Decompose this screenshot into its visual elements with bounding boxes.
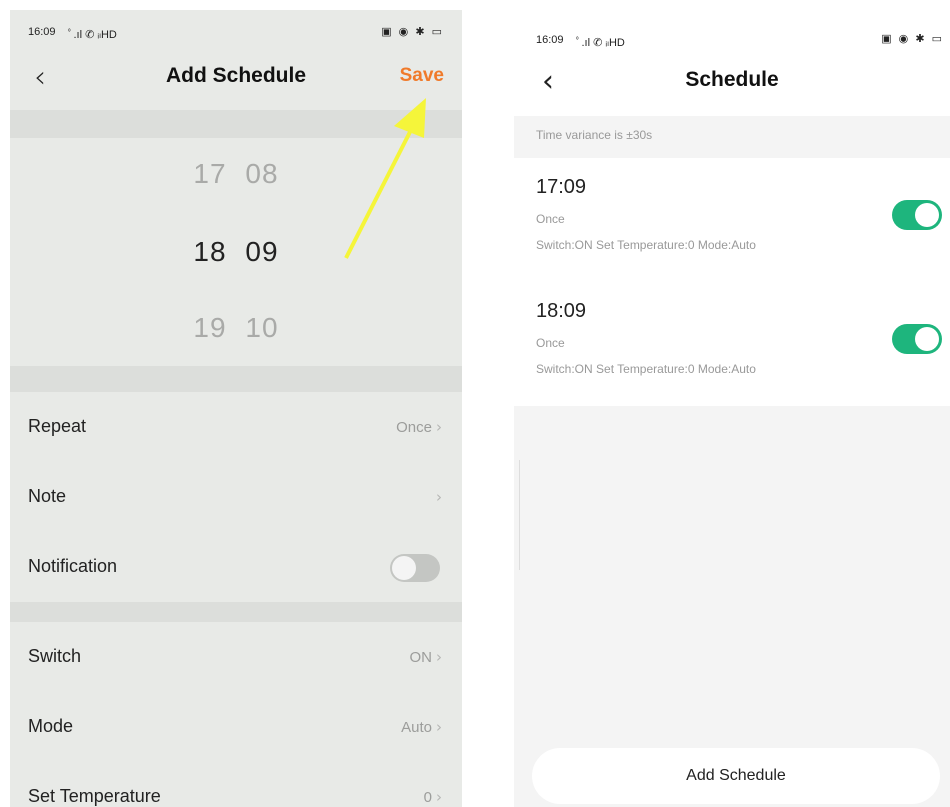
switch-label: Switch bbox=[28, 646, 82, 666]
status-bar: 16:09 ﾟ.ıl ✆ ᵢₗHD ▣ ◉ ✱ ▭ bbox=[10, 10, 462, 50]
picker-minute: 08 bbox=[245, 158, 279, 189]
temperature-value: 0 › bbox=[423, 788, 442, 806]
notification-row: Notification bbox=[10, 532, 462, 602]
repeat-value: Once › bbox=[396, 418, 442, 436]
chevron-right-icon: › bbox=[436, 718, 442, 736]
chevron-right-icon: › bbox=[436, 648, 442, 666]
switch-row[interactable]: Switch ON › bbox=[10, 622, 462, 692]
signal-icons: ﾟ.ıl ✆ ᵢₗHD bbox=[68, 29, 117, 41]
divider bbox=[514, 460, 520, 570]
picker-row-next[interactable]: 19 10 bbox=[10, 312, 462, 344]
picker-minute: 10 bbox=[245, 312, 279, 343]
picker-minute: 09 bbox=[245, 236, 279, 267]
toggle-knob bbox=[915, 203, 939, 227]
picker-hour: 17 bbox=[193, 158, 227, 189]
temperature-row[interactable]: Set Temperature 0 › bbox=[10, 762, 462, 807]
top-nav: ‹ Schedule bbox=[514, 56, 950, 116]
save-button[interactable]: Save bbox=[400, 65, 444, 87]
page-title: Schedule bbox=[685, 68, 779, 91]
schedule-item[interactable]: 17:09 Once Switch:ON Set Temperature:0 M… bbox=[514, 158, 950, 282]
note-value: › bbox=[432, 488, 442, 506]
status-right-icons: ▣ ◉ ✱ ▭ bbox=[381, 26, 444, 38]
divider bbox=[10, 366, 462, 392]
note-label: Note bbox=[28, 486, 67, 506]
signal-icons: ﾟ.ıl ✆ ᵢₗHD bbox=[576, 37, 625, 49]
toggle-knob bbox=[392, 556, 416, 580]
status-right-icons: ▣ ◉ ✱ ▭ bbox=[881, 33, 944, 45]
schedule-toggle[interactable] bbox=[892, 324, 942, 354]
repeat-row[interactable]: Repeat Once › bbox=[10, 392, 462, 462]
chevron-right-icon: › bbox=[436, 418, 442, 436]
schedule-details: Switch:ON Set Temperature:0 Mode:Auto bbox=[536, 362, 756, 376]
mode-label: Mode bbox=[28, 716, 74, 736]
mode-value: Auto › bbox=[401, 718, 442, 736]
temperature-label: Set Temperature bbox=[28, 786, 161, 806]
add-schedule-button[interactable]: Add Schedule bbox=[532, 748, 940, 804]
status-time: 16:09 bbox=[28, 26, 56, 38]
schedule-details: Switch:ON Set Temperature:0 Mode:Auto bbox=[536, 238, 756, 252]
schedule-time: 18:09 bbox=[536, 300, 587, 322]
toggle-knob bbox=[915, 327, 939, 351]
schedule-repeat: Once bbox=[536, 212, 565, 226]
divider bbox=[10, 602, 462, 622]
status-time: 16:09 bbox=[536, 34, 564, 46]
picker-hour: 18 bbox=[193, 236, 227, 267]
switch-value: ON › bbox=[409, 648, 443, 666]
schedule-time: 17:09 bbox=[536, 176, 587, 198]
repeat-label: Repeat bbox=[28, 416, 87, 436]
chevron-right-icon: › bbox=[436, 788, 442, 806]
status-bar: 16:09 ﾟ.ıl ✆ ᵢₗHD ▣ ◉ ✱ ▭ bbox=[514, 10, 950, 56]
schedule-item[interactable]: 18:09 Once Switch:ON Set Temperature:0 M… bbox=[514, 282, 950, 406]
note-row[interactable]: Note › bbox=[10, 462, 462, 532]
picker-hour: 19 bbox=[193, 312, 227, 343]
add-schedule-screen: 16:09 ﾟ.ıl ✆ ᵢₗHD ▣ ◉ ✱ ▭ ‹ Add Schedule… bbox=[10, 10, 462, 807]
notification-toggle[interactable] bbox=[390, 554, 440, 582]
schedule-repeat: Once bbox=[536, 336, 565, 350]
mode-row[interactable]: Mode Auto › bbox=[10, 692, 462, 762]
schedule-screen: 16:09 ﾟ.ıl ✆ ᵢₗHD ▣ ◉ ✱ ▭ ‹ Schedule Tim… bbox=[514, 10, 950, 807]
variance-note: Time variance is ±30s bbox=[536, 128, 653, 142]
schedule-toggle[interactable] bbox=[892, 200, 942, 230]
yellow-annotation-arrow-icon bbox=[344, 98, 426, 259]
chevron-right-icon: › bbox=[436, 488, 442, 506]
notification-label: Notification bbox=[28, 556, 118, 576]
page-title: Add Schedule bbox=[165, 64, 307, 87]
